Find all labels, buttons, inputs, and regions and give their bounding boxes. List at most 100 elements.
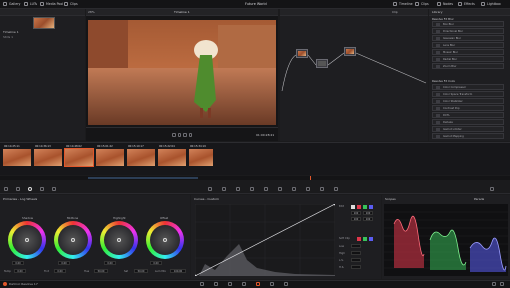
highlight-value[interactable]: 0.00 (104, 261, 116, 265)
luma-channel-toggle[interactable] (351, 205, 355, 209)
library-item[interactable]: Lens Blur (432, 42, 504, 48)
scope-mode-selector[interactable]: Parade (474, 197, 484, 201)
curve-graph[interactable] (195, 204, 335, 276)
sat-value[interactable]: 50.00 (134, 269, 148, 273)
camera-raw-icon[interactable] (4, 187, 8, 191)
soft-clip-red[interactable] (357, 237, 361, 241)
library-item[interactable]: Contrast Pop (432, 105, 504, 111)
qualifier-icon[interactable] (236, 187, 240, 191)
curve-intensity-value[interactable]: 100 (351, 217, 361, 221)
midtone-wheel[interactable] (54, 221, 92, 259)
shadow-value[interactable]: 0.00 (12, 261, 24, 265)
node-02[interactable] (316, 59, 328, 68)
magic-mask-icon[interactable] (278, 187, 282, 191)
library-item[interactable]: Gamut Limiter (432, 126, 504, 132)
mini-timeline[interactable] (0, 176, 510, 180)
low-value[interactable] (351, 244, 361, 248)
color-page-icon[interactable] (256, 282, 260, 286)
gallery-button[interactable]: Gallery (3, 1, 20, 7)
soft-clip-blue[interactable] (369, 237, 373, 241)
library-item[interactable]: Radial Blur (432, 56, 504, 62)
hue-value[interactable]: 50.00 (94, 269, 108, 273)
home-icon[interactable] (492, 282, 496, 286)
edit-page-icon[interactable] (228, 282, 232, 286)
deliver-page-icon[interactable] (284, 282, 288, 286)
library-item[interactable]: Directional Blur (432, 28, 504, 34)
low-soft-value[interactable] (351, 258, 361, 262)
highlight-wheel[interactable] (100, 221, 138, 259)
luts-button[interactable]: LUTs (24, 1, 37, 7)
soft-clip-green[interactable] (363, 237, 367, 241)
clip-thumbnail[interactable] (34, 149, 62, 166)
wheel-puck[interactable] (25, 238, 29, 242)
color-warper-icon[interactable] (222, 187, 226, 191)
effects-button[interactable]: Effects (458, 1, 475, 7)
color-match-icon[interactable] (16, 187, 20, 191)
clips-toggle-button[interactable]: Clips (415, 1, 429, 7)
library-item[interactable]: Color Stabilizer (432, 98, 504, 104)
library-item[interactable]: Dehaze (432, 119, 504, 125)
shadow-wheel[interactable] (8, 221, 46, 259)
play-icon[interactable] (183, 133, 187, 137)
clip-thumbnail[interactable] (189, 149, 213, 166)
playhead[interactable] (310, 176, 311, 180)
library-item[interactable]: Box Blur (432, 21, 504, 27)
library-item[interactable]: Color Compressor (432, 84, 504, 90)
node-01[interactable] (296, 49, 308, 58)
cut-page-icon[interactable] (214, 282, 218, 286)
red-channel-toggle[interactable] (357, 205, 361, 209)
curve-intensity-value[interactable]: 100 (363, 217, 373, 221)
tint-value[interactable]: 0.00 (54, 269, 66, 273)
settings-icon[interactable] (500, 282, 504, 286)
sizing-icon[interactable] (320, 187, 324, 191)
clips-button[interactable]: Clips (64, 1, 78, 7)
curve-intensity-value[interactable]: 100 (351, 211, 361, 215)
scopes-toggle-icon[interactable] (490, 187, 494, 191)
media-pool-button[interactable]: Media Pool (40, 1, 63, 7)
blue-channel-toggle[interactable] (369, 205, 373, 209)
previous-icon[interactable] (172, 133, 176, 137)
fusion-page-icon[interactable] (242, 282, 246, 286)
library-item[interactable]: Gamut Mapping (432, 133, 504, 139)
lightbox-button[interactable]: Lightbox (481, 1, 501, 7)
library-item[interactable]: DCTL (432, 112, 504, 118)
tracker-icon[interactable] (264, 187, 268, 191)
node-03[interactable] (344, 47, 356, 56)
next-icon[interactable] (188, 133, 192, 137)
library-item[interactable]: Gaussian Blur (432, 35, 504, 41)
window-icon[interactable] (250, 187, 254, 191)
timeline-button[interactable]: Timeline (393, 1, 413, 7)
nodes-button[interactable]: Nodes (437, 1, 453, 7)
rgb-mixer-icon[interactable] (40, 187, 44, 191)
color-wheels-icon[interactable] (28, 187, 32, 191)
stop-icon[interactable] (177, 133, 181, 137)
library-item[interactable]: Mosaic Blur (432, 49, 504, 55)
lum-mix-value[interactable]: 100.00 (170, 269, 186, 273)
green-channel-toggle[interactable] (363, 205, 367, 209)
library-item[interactable]: Zoom Blur (432, 63, 504, 69)
fairlight-page-icon[interactable] (270, 282, 274, 286)
key-icon[interactable] (306, 187, 310, 191)
viewer-scrubber[interactable] (86, 127, 278, 128)
temp-value[interactable]: 0.00 (14, 269, 26, 273)
high-value[interactable] (351, 251, 361, 255)
wheel-puck[interactable] (71, 238, 75, 242)
zoom-level[interactable]: 28% (88, 10, 95, 14)
node-clip-selector[interactable]: Clip (392, 10, 398, 14)
wheel-puck[interactable] (117, 238, 121, 242)
gallery-item-timeline[interactable]: Timeline 1 (3, 30, 19, 34)
midtone-value[interactable]: 0.00 (58, 261, 70, 265)
clip-thumbnail[interactable] (96, 149, 124, 166)
clip-thumbnail[interactable] (127, 149, 155, 166)
timeline-selector[interactable]: Timeline 1 (174, 10, 190, 14)
offset-value[interactable]: 0.00 (150, 261, 162, 265)
clip-thumbnail[interactable] (3, 149, 31, 166)
3d-icon[interactable] (334, 187, 338, 191)
media-page-icon[interactable] (200, 282, 204, 286)
motion-effects-icon[interactable] (52, 187, 56, 191)
gallery-item-stills[interactable]: Stills 1 (3, 35, 13, 39)
library-item[interactable]: Color Space Transform (432, 91, 504, 97)
curves-icon[interactable] (208, 187, 212, 191)
clip-thumbnail-selected[interactable] (64, 148, 94, 167)
still-thumbnail[interactable] (33, 17, 55, 29)
